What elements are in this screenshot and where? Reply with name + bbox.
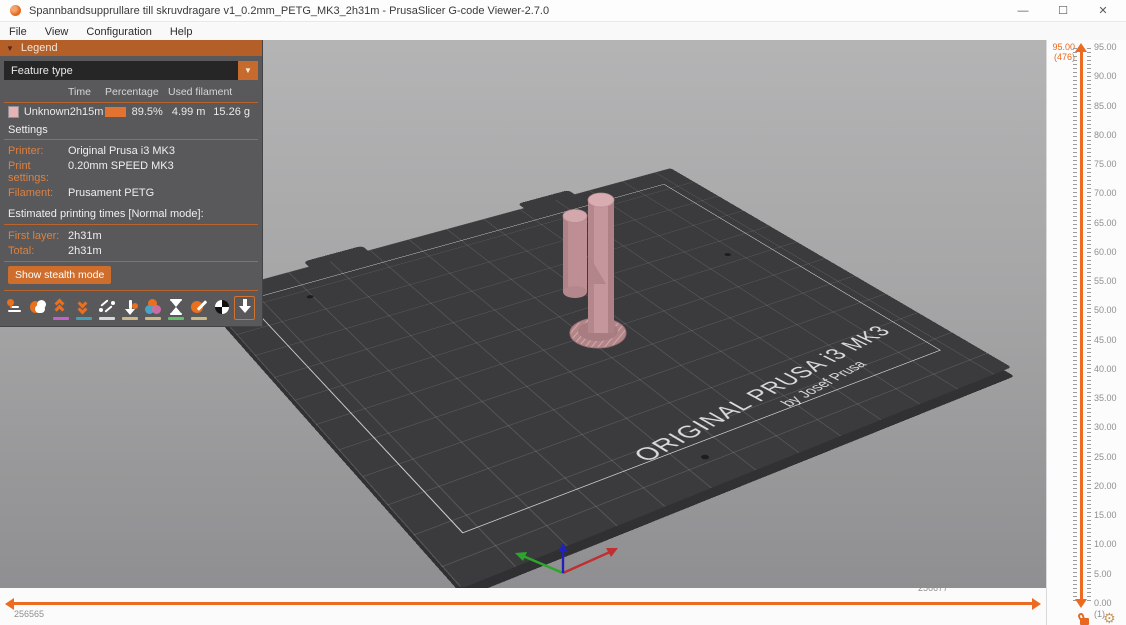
times-list: First layer: 2h31m Total: 2h31m bbox=[0, 225, 262, 261]
time-row: Total: 2h31m bbox=[8, 244, 102, 257]
settings-title: Settings bbox=[8, 124, 48, 136]
color-changes-icon[interactable] bbox=[142, 296, 163, 320]
window-title: Spannbandsupprullare till skruvdragare v… bbox=[29, 4, 550, 17]
layer-ruler-ticks-right bbox=[1087, 48, 1091, 603]
deretractions-icon[interactable] bbox=[73, 296, 94, 320]
ruler-tick-label: 35.00 bbox=[1094, 393, 1117, 403]
titlebar: Spannbandsupprullare till skruvdragare v… bbox=[0, 0, 1126, 22]
ruler-tick-label: 45.00 bbox=[1094, 334, 1117, 345]
menu-item[interactable]: Configuration bbox=[77, 26, 160, 38]
ruler-tick-label: 55.00 bbox=[1094, 276, 1117, 286]
percentage-bar-fill bbox=[104, 106, 127, 117]
move-slider-left-value: 256565 bbox=[14, 609, 45, 619]
bed-tab bbox=[303, 245, 369, 268]
gear-icon[interactable]: ⚙ bbox=[1103, 610, 1116, 625]
ruler-tick-label: 80.00 bbox=[1094, 129, 1117, 140]
setting-row: Filament: Prusament PETG bbox=[8, 186, 155, 199]
ruler-tick-label: 70.00 bbox=[1094, 188, 1117, 199]
travels-icon[interactable] bbox=[4, 296, 25, 320]
time-row: First layer: 2h31m bbox=[8, 229, 102, 242]
retractions-icon[interactable] bbox=[50, 296, 71, 320]
setting-row: Print settings: 0.20mm SPEED MK3 bbox=[8, 159, 174, 184]
ruler-tick-label: 30.00 bbox=[1094, 422, 1117, 433]
app-logo-icon bbox=[10, 5, 21, 16]
view-type-dropdown[interactable]: Feature type ▼ bbox=[4, 61, 258, 80]
pause-prints-icon[interactable] bbox=[165, 296, 186, 320]
ruler-tick-label: 50.00 bbox=[1094, 305, 1117, 316]
feature-row-unknown: Unknown 2h15m 89.5% 4.99 m 15.26 g bbox=[0, 103, 262, 120]
ruler-tick-label: 90.00 bbox=[1094, 71, 1117, 82]
ruler-tick-label: 10.00 bbox=[1094, 539, 1117, 550]
toolpaths-toggle-icon[interactable] bbox=[234, 296, 255, 320]
menu-item[interactable]: Help bbox=[161, 26, 202, 38]
layer-slider-top-value: 95.00 (476) bbox=[1052, 42, 1075, 62]
ruler-tick-label: 60.00 bbox=[1094, 246, 1117, 257]
bed-tab bbox=[517, 190, 576, 209]
legend-panel-header[interactable]: ▼ Legend bbox=[0, 40, 262, 56]
layer-slider-bottom-handle[interactable] bbox=[1075, 599, 1087, 608]
menu-item[interactable]: File bbox=[0, 26, 36, 38]
window-controls: — ☐ ✕ bbox=[1016, 4, 1110, 18]
estimated-times-title: Estimated printing times [Normal mode]: bbox=[8, 208, 204, 220]
percentage-bar bbox=[104, 106, 129, 117]
layer-ruler-ticks-left bbox=[1073, 48, 1077, 603]
shells-icon[interactable] bbox=[211, 296, 232, 320]
ruler-tick-label: 95.00 bbox=[1094, 42, 1117, 52]
ruler-tick-label: 75.00 bbox=[1094, 159, 1117, 169]
move-slider-right-value: 256677 bbox=[917, 583, 948, 593]
unlock-icon[interactable] bbox=[1077, 612, 1090, 625]
layer-slider-top-handle[interactable] bbox=[1075, 43, 1087, 52]
column-time: Time bbox=[68, 86, 91, 98]
legend-title: Legend bbox=[20, 42, 58, 54]
ruler-tick-label: 40.00 bbox=[1094, 363, 1117, 374]
menubar: File View Configuration Help bbox=[0, 23, 1126, 40]
tool-changes-icon[interactable] bbox=[119, 296, 140, 320]
layer-slider-panel: 95.00 (476) 95.00 90.00 85.00 80.00 75.00 70.… bbox=[1046, 40, 1126, 625]
legend-table-header: Time Percentage Used filament bbox=[0, 83, 262, 102]
custom-gcodes-icon[interactable] bbox=[188, 296, 209, 320]
layer-ruler-scale: 95.00 90.00 85.00 80.00 75.00 70.00 65.00 60.00… bbox=[1094, 43, 1124, 608]
minimize-button[interactable]: — bbox=[1016, 5, 1030, 17]
feature-color-swatch bbox=[8, 105, 19, 118]
close-button[interactable]: ✕ bbox=[1096, 4, 1110, 17]
collapse-triangle-icon: ▼ bbox=[6, 43, 14, 53]
dropdown-arrow-icon[interactable]: ▼ bbox=[238, 61, 258, 80]
setting-row: Printer: Original Prusa i3 MK3 bbox=[8, 144, 175, 157]
move-slider-panel: 256677 256565 bbox=[0, 583, 1046, 625]
move-slider-left-handle[interactable] bbox=[5, 598, 14, 610]
move-slider-track[interactable] bbox=[14, 602, 1032, 605]
layer-slider-track[interactable] bbox=[1080, 52, 1083, 599]
column-percentage: Percentage bbox=[105, 86, 159, 98]
column-used-filament: Used filament bbox=[168, 86, 233, 98]
legend-panel: ▼ Legend Feature type ▼ Time Percentage … bbox=[0, 40, 263, 327]
move-slider-right-handle[interactable] bbox=[1032, 598, 1041, 610]
print-bed: ORIGINAL PRUSA i3 MK3 by Josef Prusa bbox=[140, 40, 1040, 588]
seams-icon[interactable] bbox=[96, 296, 117, 320]
ruler-tick-label: 85.00 bbox=[1094, 100, 1117, 111]
ruler-tick-label: 25.00 bbox=[1094, 451, 1117, 462]
ruler-tick-label: 15.00 bbox=[1094, 510, 1117, 520]
ruler-tick-label: 5.00 bbox=[1094, 568, 1112, 579]
maximize-button[interactable]: ☐ bbox=[1056, 4, 1070, 17]
wipe-icon[interactable] bbox=[27, 296, 48, 320]
ruler-tick-label: 0.00 bbox=[1094, 597, 1112, 608]
prusaslicer-gcode-viewer-window: Spannbandsupprullare till skruvdragare v… bbox=[0, 0, 1126, 625]
settings-list: Printer: Original Prusa i3 MK3 Print set… bbox=[0, 140, 262, 203]
menu-item[interactable]: View bbox=[36, 26, 78, 38]
view-options-toolbar bbox=[0, 291, 262, 326]
view-type-value: Feature type bbox=[4, 61, 238, 80]
show-stealth-mode-button[interactable]: Show stealth mode bbox=[8, 266, 112, 284]
ruler-tick-label: 20.00 bbox=[1094, 480, 1117, 491]
ruler-tick-label: 65.00 bbox=[1094, 217, 1117, 228]
